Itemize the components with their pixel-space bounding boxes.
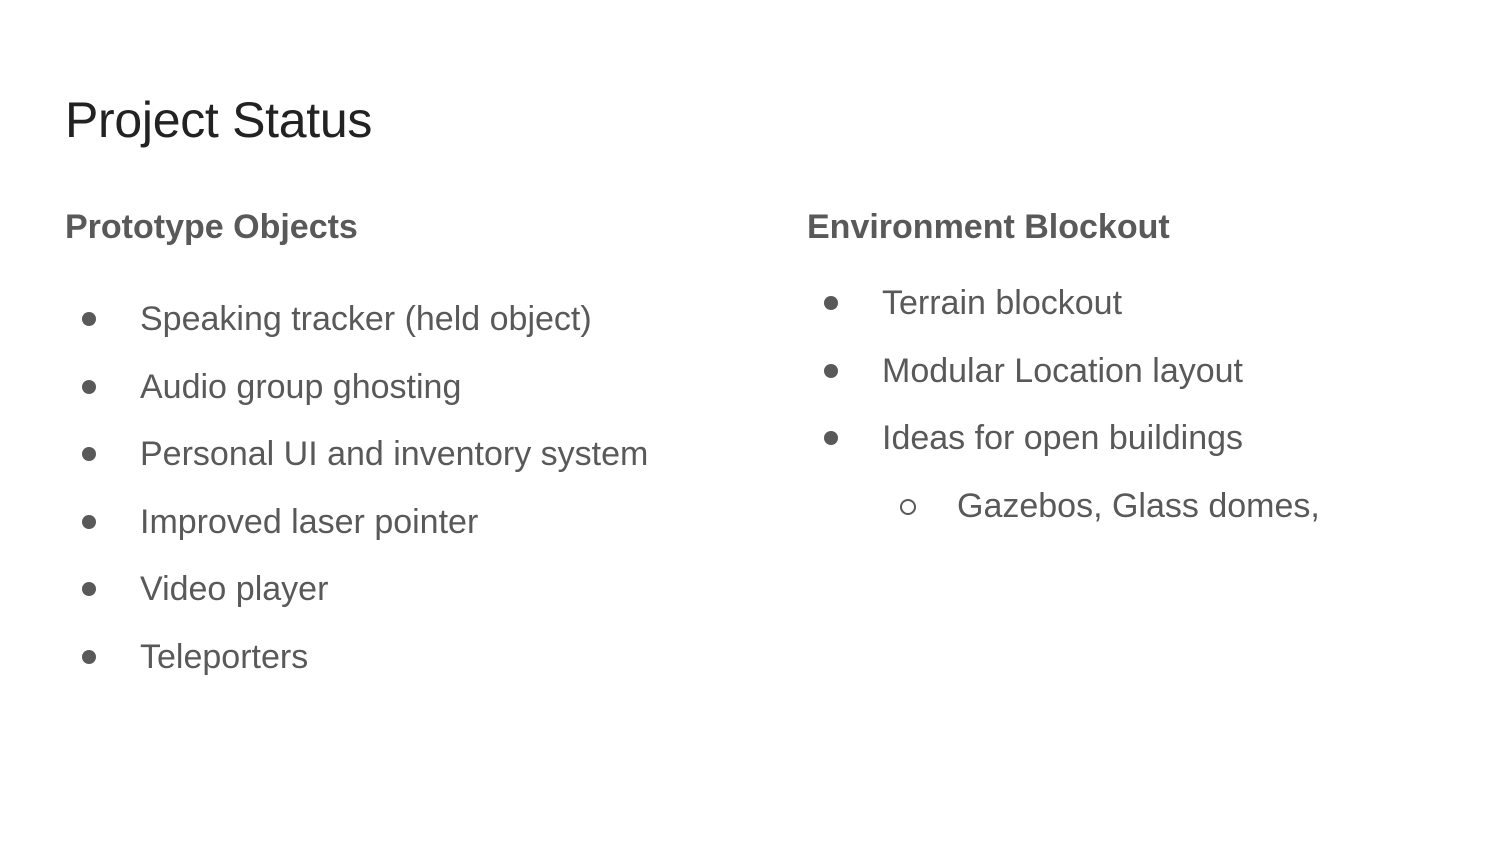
bullet-dot-icon xyxy=(824,431,838,445)
slide-title: Project Status xyxy=(65,92,373,148)
bullet-dot-icon xyxy=(82,649,96,664)
list-item-text: Personal UI and inventory system xyxy=(140,435,649,473)
list-item-text: Speaking tracker (held object) xyxy=(140,300,592,338)
list-item-text: Audio group ghosting xyxy=(140,367,462,406)
list-item: Speaking tracker (held object) xyxy=(65,297,765,365)
right-column: Environment Blockout Terrain blockout Mo… xyxy=(807,205,1447,551)
list-item-text: Ideas for open buildings xyxy=(882,419,1244,457)
bullet-dot-icon xyxy=(82,514,96,529)
left-column: Prototype Objects Speaking tracker (held… xyxy=(65,205,765,702)
list-item-text: Modular Location layout xyxy=(882,351,1244,390)
list-item: Teleporters xyxy=(65,635,765,703)
list-item-text: Terrain blockout xyxy=(882,284,1123,322)
list-item: Ideas for open buildings xyxy=(807,416,1447,484)
list-item: Improved laser pointer xyxy=(65,500,765,568)
bullet-dot-icon xyxy=(82,379,96,394)
list-item-text: Video player xyxy=(140,570,329,608)
bullet-dot-icon xyxy=(824,363,838,378)
bullet-dot-icon xyxy=(82,312,96,326)
list-item: Modular Location layout xyxy=(807,349,1447,417)
right-column-heading: Environment Blockout xyxy=(807,208,1170,246)
bullet-dot-icon xyxy=(82,582,96,596)
bullet-dot-icon xyxy=(82,447,96,461)
right-bullet-list: Terrain blockout Modular Location layout… xyxy=(807,281,1447,551)
list-item: Terrain blockout xyxy=(807,281,1447,349)
list-item: Personal UI and inventory system xyxy=(65,432,765,500)
list-item: Video player xyxy=(65,567,765,635)
list-item-text: Improved laser pointer xyxy=(140,502,479,541)
slide: Project Status Prototype Objects Speakin… xyxy=(0,0,1500,844)
bullet-circle-icon xyxy=(900,498,916,515)
left-bullet-list: Speaking tracker (held object) Audio gro… xyxy=(65,297,765,702)
bullet-dot-icon xyxy=(824,296,838,310)
list-item-text: Teleporters xyxy=(140,637,309,676)
list-item: Audio group ghosting xyxy=(65,365,765,433)
sub-list-item-text: Gazebos, Glass domes, xyxy=(957,486,1320,525)
sub-list-item: Gazebos, Glass domes, xyxy=(807,484,1447,552)
left-column-heading: Prototype Objects xyxy=(65,208,358,246)
